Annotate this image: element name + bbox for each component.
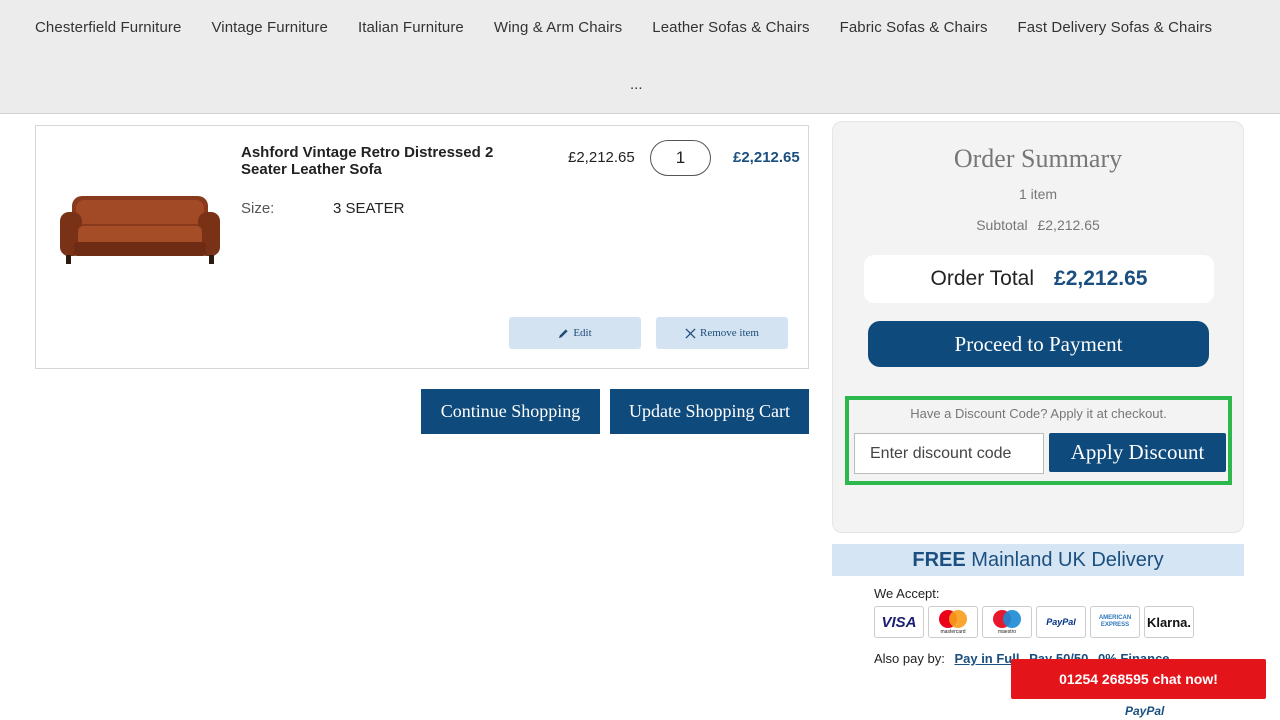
continue-shopping-button[interactable]: Continue Shopping [421, 389, 600, 434]
nav-item-fabric-sofas[interactable]: Fabric Sofas & Chairs [825, 18, 1003, 38]
discount-hint: Have a Discount Code? Apply it at checko… [910, 406, 1167, 421]
cart-item-card: Ashford Vintage Retro Distressed 2 Seate… [35, 125, 809, 369]
apply-discount-button[interactable]: Apply Discount [1049, 433, 1226, 472]
visa-icon: VISA [874, 606, 924, 638]
nav-menu: Chesterfield Furniture Vintage Furniture… [20, 18, 1227, 38]
remove-item-button[interactable]: Remove item [656, 317, 788, 349]
amex-icon: AMERICAN EXPRESS [1090, 606, 1140, 638]
maestro-icon: maestro [982, 606, 1032, 638]
paypal-text: PayPal [1046, 617, 1076, 627]
delivery-free: FREE [912, 549, 966, 571]
paypal-icon: PayPal [1036, 606, 1086, 638]
klarna-icon: Klarna. [1144, 606, 1194, 638]
klarna-text: Klarna. [1146, 614, 1192, 630]
visa-text: VISA [881, 613, 917, 631]
order-total-value: £2,212.65 [1054, 267, 1148, 290]
subtotal-value: £2,212.65 [1037, 217, 1100, 233]
nav-item-vintage[interactable]: Vintage Furniture [196, 18, 343, 38]
paypal-footer-logo: PayPal [1125, 704, 1165, 718]
line-total: £2,212.65 [733, 149, 800, 166]
pay-in-full-link[interactable]: Pay in Full [954, 651, 1019, 666]
size-label: Size: [241, 200, 275, 217]
nav-item-leather-sofas[interactable]: Leather Sofas & Chairs [637, 18, 824, 38]
order-summary-title: Order Summary [953, 144, 1123, 173]
nav-item-fast-delivery[interactable]: Fast Delivery Sofas & Chairs [1003, 18, 1228, 38]
edit-item-button[interactable]: Edit [509, 317, 641, 349]
order-total-box: Order Total £2,212.65 [864, 255, 1214, 303]
product-name[interactable]: Ashford Vintage Retro Distressed 2 Seate… [241, 144, 531, 178]
also-pay-label: Also pay by: [874, 651, 945, 666]
top-navigation: Chesterfield Furniture Vintage Furniture… [0, 0, 1280, 114]
nav-more-menu[interactable]: ... [630, 76, 643, 93]
maestro-text: maestro [997, 629, 1017, 635]
discount-section: Have a Discount Code? Apply it at checko… [845, 396, 1232, 485]
size-value: 3 SEATER [333, 200, 405, 217]
free-delivery-banner: FREE Mainland UK Delivery [832, 544, 1244, 576]
edit-item-label: Edit [573, 327, 592, 339]
order-total-label: Order Total [930, 267, 1035, 290]
update-cart-button[interactable]: Update Shopping Cart [610, 389, 809, 434]
order-summary-panel: Order Summary 1 item Subtotal £2,212.65 … [832, 121, 1244, 533]
quantity-input[interactable] [650, 140, 711, 176]
mastercard-icon: mastercard [928, 606, 978, 638]
nav-item-italian[interactable]: Italian Furniture [343, 18, 479, 38]
chat-now-button[interactable]: 01254 268595 chat now! [1011, 659, 1266, 699]
sofa-product-image[interactable] [58, 192, 222, 266]
amex-text: AMERICAN EXPRESS [1098, 615, 1132, 628]
nav-item-wing-arm-chairs[interactable]: Wing & Arm Chairs [479, 18, 637, 38]
subtotal-label: Subtotal [976, 217, 1028, 233]
subtotal-row: Subtotal £2,212.65 [833, 217, 1243, 233]
we-accept-label: We Accept: [874, 586, 940, 601]
remove-item-label: Remove item [700, 327, 759, 339]
nav-item-chesterfield[interactable]: Chesterfield Furniture [20, 18, 196, 38]
pencil-icon [559, 328, 568, 338]
proceed-to-payment-button[interactable]: Proceed to Payment [868, 321, 1209, 367]
mastercard-text: mastercard [940, 629, 966, 635]
payment-cards: VISA mastercard maestro PayPal AMERICAN … [874, 606, 1194, 638]
items-count: 1 item [1018, 186, 1058, 202]
unit-price: £2,212.65 [568, 149, 635, 166]
close-icon [685, 327, 696, 339]
delivery-text: Mainland UK Delivery [971, 549, 1164, 571]
discount-code-input[interactable] [854, 433, 1044, 474]
